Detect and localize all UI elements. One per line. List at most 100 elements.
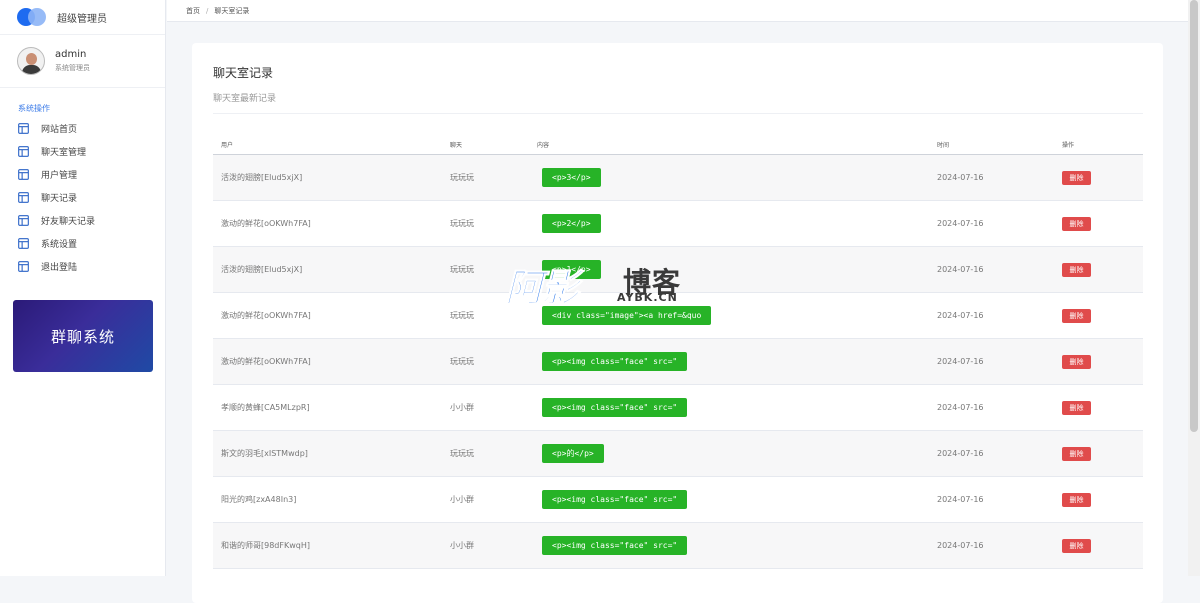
logo-icon bbox=[17, 8, 47, 26]
delete-button[interactable]: 删除 bbox=[1062, 538, 1091, 553]
content-badge: <p><img class="face" src=" bbox=[542, 398, 688, 417]
sidebar-item-home[interactable]: 网站首页 bbox=[0, 117, 165, 140]
cell-user: 激动的鲜花[oOKWh7FA] bbox=[221, 311, 311, 320]
cell-time: 2024-07-16 bbox=[937, 541, 984, 550]
cell-room: 玩玩玩 bbox=[450, 357, 474, 366]
content-badge: <p><img class="face" src=" bbox=[542, 536, 688, 555]
breadcrumb: 首页 / 聊天室记录 bbox=[167, 0, 1188, 22]
cell-room: 玩玩玩 bbox=[450, 449, 474, 458]
brand-name: 超级管理员 bbox=[57, 13, 107, 25]
cell-content: <p>1</p> bbox=[542, 247, 601, 292]
content-badge: <p>的</p> bbox=[542, 444, 604, 463]
cell-user: 和谐的师哥[98dFKwqH] bbox=[221, 541, 310, 550]
brand: 超级管理员 bbox=[0, 0, 165, 35]
cell-op: 删除 bbox=[1062, 523, 1091, 568]
sidebar-item-label: 用户管理 bbox=[41, 171, 78, 181]
cell-content: <p>3</p> bbox=[542, 155, 601, 200]
page-scrollbar[interactable] bbox=[1188, 0, 1200, 576]
divider bbox=[213, 113, 1143, 114]
sidebar-item-chatroom-manage[interactable]: 聊天室管理 bbox=[0, 140, 165, 163]
table-body: 活泼的翅膀[Elud5xjX] 玩玩玩 <p>3</p> 2024-07-16 删除 激动… bbox=[213, 155, 1143, 569]
layout-icon bbox=[18, 169, 29, 180]
scrollbar-thumb[interactable] bbox=[1190, 0, 1198, 432]
cell-time: 2024-07-16 bbox=[937, 449, 984, 458]
header-time: 时间 bbox=[937, 142, 950, 149]
header-user: 用户 bbox=[221, 142, 234, 149]
cell-room: 玩玩玩 bbox=[450, 265, 474, 274]
user-name: admin bbox=[55, 49, 87, 60]
cell-time: 2024-07-16 bbox=[937, 265, 984, 274]
avatar[interactable] bbox=[17, 47, 45, 75]
table-row: 活泼的翅膀[Elud5xjX] 玩玩玩 <p>3</p> 2024-07-16 删除 bbox=[213, 155, 1143, 201]
cell-content: <p>的</p> bbox=[542, 431, 604, 476]
cell-user: 激动的鲜花[oOKWh7FA] bbox=[221, 219, 311, 228]
records-table: 用户 聊天 内容 时间 操作 活泼的翅膀[Elud5xjX] 玩玩玩 <p>3</p… bbox=[213, 131, 1143, 569]
cell-op: 删除 bbox=[1062, 201, 1091, 246]
cell-room: 玩玩玩 bbox=[450, 219, 474, 228]
cell-time: 2024-07-16 bbox=[937, 311, 984, 320]
delete-button[interactable]: 删除 bbox=[1062, 308, 1091, 323]
delete-button[interactable]: 删除 bbox=[1062, 262, 1091, 277]
layout-icon bbox=[18, 146, 29, 157]
breadcrumb-separator: / bbox=[206, 6, 209, 15]
sidebar-item-label: 聊天室管理 bbox=[41, 148, 87, 158]
delete-button[interactable]: 删除 bbox=[1062, 446, 1091, 461]
cell-user: 活泼的翅膀[Elud5xjX] bbox=[221, 265, 303, 274]
cell-op: 删除 bbox=[1062, 247, 1091, 292]
table-row: 活泼的翅膀[Elud5xjX] 玩玩玩 <p>1</p> 2024-07-16 删除 bbox=[213, 247, 1143, 293]
cell-room: 小小群 bbox=[450, 403, 474, 412]
cell-time: 2024-07-16 bbox=[937, 173, 984, 182]
sidebar-item-label: 系统设置 bbox=[41, 240, 78, 250]
cell-content: <p><img class="face" src=" bbox=[542, 523, 688, 568]
delete-button[interactable]: 删除 bbox=[1062, 492, 1091, 507]
table-row: 激动的鲜花[oOKWh7FA] 玩玩玩 <div class="image"><a … bbox=[213, 293, 1143, 339]
sidebar-item-label: 退出登陆 bbox=[41, 263, 78, 273]
cell-room: 玩玩玩 bbox=[450, 173, 474, 182]
promo-banner[interactable]: 群聊系统 bbox=[13, 300, 153, 372]
sidebar-item-label: 好友聊天记录 bbox=[41, 217, 96, 227]
cell-op: 删除 bbox=[1062, 293, 1091, 338]
cell-content: <p><img class="face" src=" bbox=[542, 477, 688, 522]
content-badge: <p>2</p> bbox=[542, 214, 601, 233]
table-header: 用户 聊天 内容 时间 操作 bbox=[213, 131, 1143, 155]
table-row: 激动的鲜花[oOKWh7FA] 玩玩玩 <p><img class="face" s… bbox=[213, 339, 1143, 385]
cell-content: <p>2</p> bbox=[542, 201, 601, 246]
table-row: 斯文的羽毛[xISTMwdp] 玩玩玩 <p>的</p> 2024-07-16 删除 bbox=[213, 431, 1143, 477]
cell-content: <p><img class="face" src=" bbox=[542, 385, 688, 430]
table-row: 孝顺的黄蜂[CA5MLzpR] 小小群 <p><img class="face" s… bbox=[213, 385, 1143, 431]
cell-op: 删除 bbox=[1062, 339, 1091, 384]
delete-button[interactable]: 删除 bbox=[1062, 170, 1091, 185]
cell-content: <div class="image"><a href=&quo bbox=[542, 293, 712, 338]
sidebar-item-logout[interactable]: 退出登陆 bbox=[0, 255, 165, 278]
sidebar-item-label: 网站首页 bbox=[41, 125, 78, 135]
content-badge: <p>3</p> bbox=[542, 168, 601, 187]
cell-time: 2024-07-16 bbox=[937, 495, 984, 504]
delete-button[interactable]: 删除 bbox=[1062, 354, 1091, 369]
sidebar-item-system-settings[interactable]: 系统设置 bbox=[0, 232, 165, 255]
layout-icon bbox=[18, 123, 29, 134]
layout-icon bbox=[18, 238, 29, 249]
content-badge: <p>1</p> bbox=[542, 260, 601, 279]
layout-icon bbox=[18, 261, 29, 272]
layout-icon bbox=[18, 215, 29, 226]
cell-user: 孝顺的黄蜂[CA5MLzpR] bbox=[221, 403, 310, 412]
sidebar-item-friend-chat-records[interactable]: 好友聊天记录 bbox=[0, 209, 165, 232]
sidebar-item-user-manage[interactable]: 用户管理 bbox=[0, 163, 165, 186]
delete-button[interactable]: 删除 bbox=[1062, 216, 1091, 231]
sidebar: 超级管理员 admin 系统管理员 系统操作 网站首页 聊天室管理 用户管理 聊天记录… bbox=[0, 0, 166, 576]
cell-time: 2024-07-16 bbox=[937, 403, 984, 412]
cell-room: 玩玩玩 bbox=[450, 311, 474, 320]
table-row: 阳光的鸡[zxA48In3] 小小群 <p><img class="face" sr… bbox=[213, 477, 1143, 523]
header-room: 聊天 bbox=[450, 142, 463, 149]
content-badge: <div class="image"><a href=&quo bbox=[542, 306, 712, 325]
breadcrumb-home[interactable]: 首页 bbox=[186, 6, 200, 16]
cell-content: <p><img class="face" src=" bbox=[542, 339, 688, 384]
cell-room: 小小群 bbox=[450, 495, 474, 504]
delete-button[interactable]: 删除 bbox=[1062, 400, 1091, 415]
table-row: 激动的鲜花[oOKWh7FA] 玩玩玩 <p>2</p> 2024-07-16 删除 bbox=[213, 201, 1143, 247]
cell-user: 活泼的翅膀[Elud5xjX] bbox=[221, 173, 303, 182]
sidebar-item-chat-records[interactable]: 聊天记录 bbox=[0, 186, 165, 209]
table-row: 和谐的师哥[98dFKwqH] 小小群 <p><img class="face" s… bbox=[213, 523, 1143, 569]
cell-user: 阳光的鸡[zxA48In3] bbox=[221, 495, 297, 504]
sidebar-item-label: 聊天记录 bbox=[41, 194, 78, 204]
